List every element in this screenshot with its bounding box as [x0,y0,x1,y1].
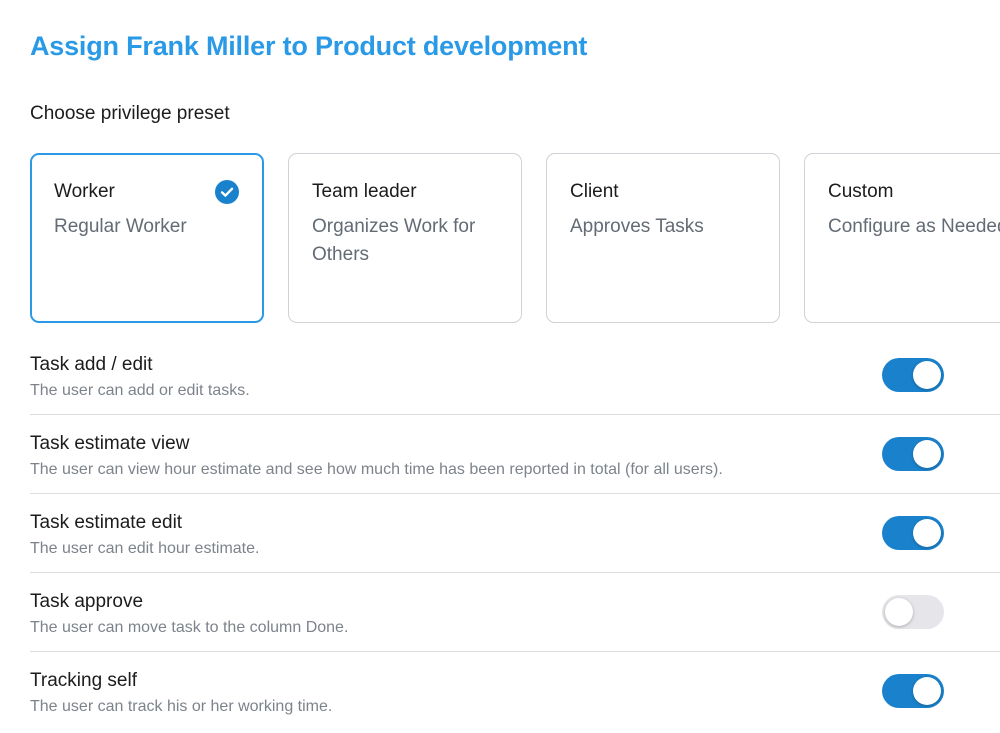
permission-description: The user can view hour estimate and see … [30,461,723,478]
permission-row-task-approve: Task approve The user can move task to t… [30,573,1000,652]
permission-row-tracking-self: Tracking self The user can track his or … [30,652,1000,730]
permission-row-task-estimate-edit: Task estimate edit The user can edit hou… [30,494,1000,573]
preset-card-team-leader[interactable]: Team leader Organizes Work for Others [288,153,522,323]
page-title: Assign Frank Miller to Product developme… [30,31,588,61]
preset-card-list: Worker Regular Worker Team leader Organi… [30,153,1000,325]
preset-description: Regular Worker [54,216,187,237]
toggle-knob [885,598,913,626]
permission-title: Tracking self [30,670,137,691]
preset-description: Organizes Work for Others [312,216,476,265]
assign-privileges-page: Assign Frank Miller to Product developme… [0,0,1000,733]
toggle-knob [913,440,941,468]
permission-title: Task estimate view [30,433,190,454]
permission-description: The user can move task to the column Don… [30,619,349,636]
permission-description: The user can add or edit tasks. [30,382,250,399]
toggle-knob [913,519,941,547]
task-estimate-edit-toggle[interactable] [882,516,944,550]
preset-description: Configure as Needed [828,216,1000,237]
tracking-self-toggle[interactable] [882,674,944,708]
task-estimate-view-toggle[interactable] [882,437,944,471]
permission-title: Task add / edit [30,354,153,375]
permission-list: Task add / edit The user can add or edit… [30,336,1000,730]
preset-name: Custom [828,181,894,202]
task-add-edit-toggle[interactable] [882,358,944,392]
check-circle-icon [215,180,239,204]
permission-row-task-add-edit: Task add / edit The user can add or edit… [30,336,1000,415]
permission-row-task-estimate-view: Task estimate view The user can view hou… [30,415,1000,494]
preset-card-worker[interactable]: Worker Regular Worker [30,153,264,323]
preset-card-custom[interactable]: Custom Configure as Needed [804,153,1000,323]
preset-card-client[interactable]: Client Approves Tasks [546,153,780,323]
task-approve-toggle[interactable] [882,595,944,629]
permission-title: Task estimate edit [30,512,183,533]
toggle-knob [913,361,941,389]
preset-section-label: Choose privilege preset [30,103,230,124]
permission-description: The user can track his or her working ti… [30,698,333,715]
permission-description: The user can edit hour estimate. [30,540,260,557]
preset-name: Team leader [312,181,417,202]
permission-title: Task approve [30,591,144,612]
toggle-knob [913,677,941,705]
preset-name: Client [570,181,619,202]
preset-description: Approves Tasks [570,216,704,237]
